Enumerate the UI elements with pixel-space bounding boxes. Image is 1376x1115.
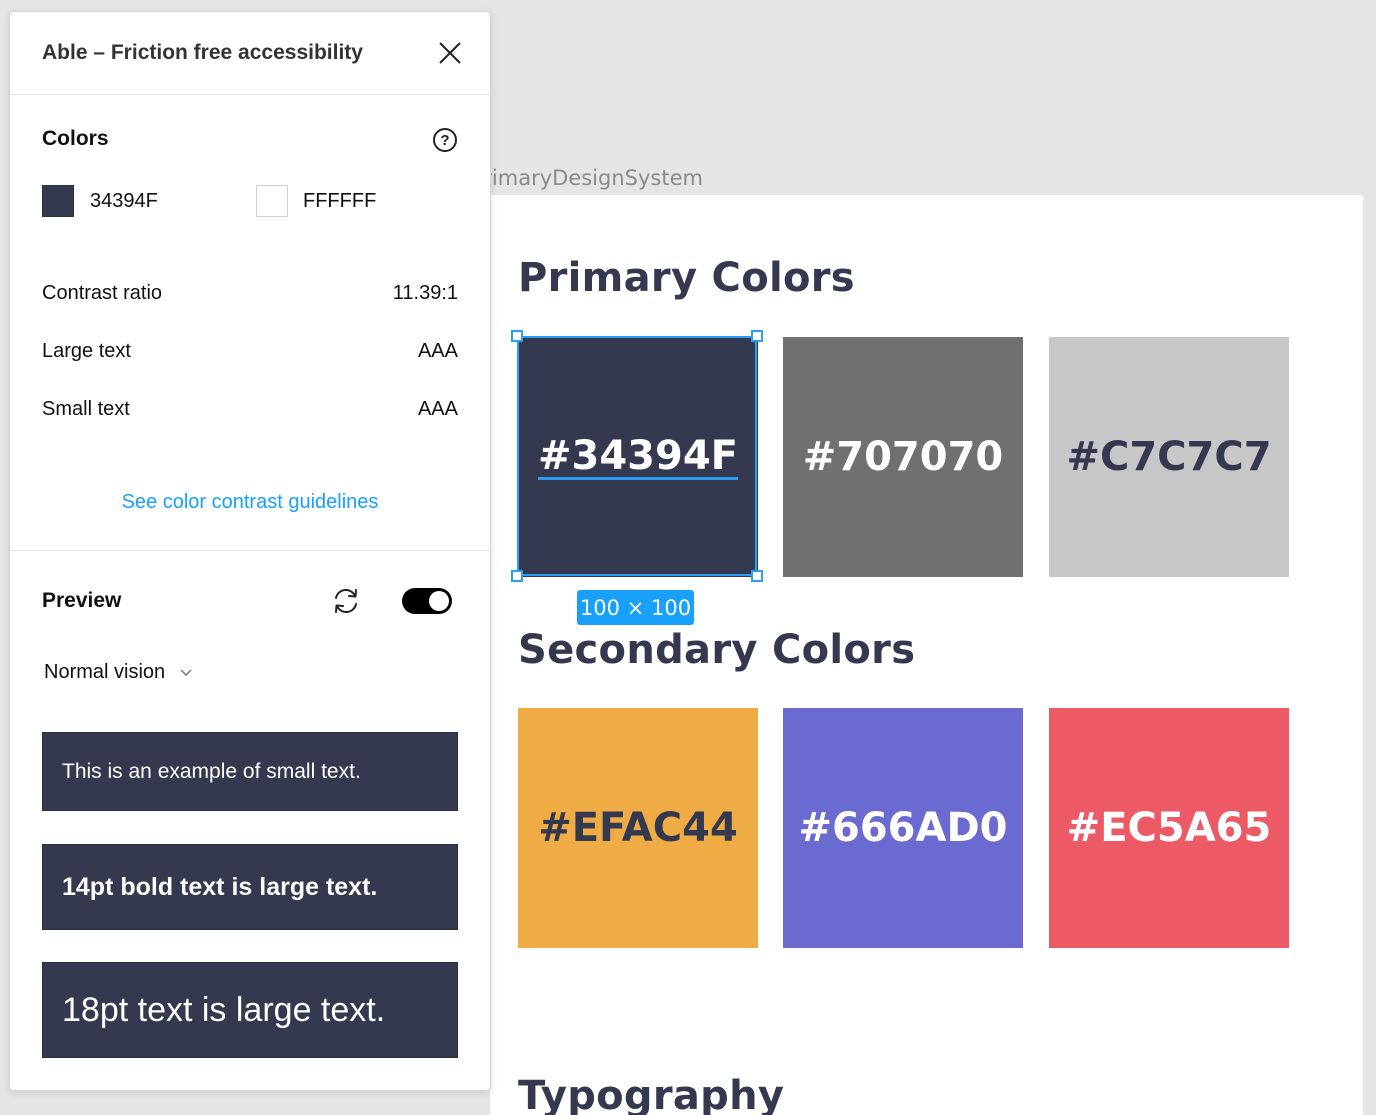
contrast-ratio-label: Contrast ratio — [42, 282, 163, 304]
panel-header: Able – Friction free accessibility — [10, 12, 490, 95]
resize-handle-bottom-left[interactable] — [511, 570, 523, 582]
toggle-knob — [429, 591, 449, 611]
resize-handle-top-right[interactable] — [751, 330, 763, 342]
large-text-label: Large text — [42, 340, 131, 362]
contrast-guidelines-link[interactable]: See color contrast guidelines — [10, 491, 490, 514]
color-swatch-707070[interactable]: #707070 — [783, 337, 1023, 577]
color-swatch-efac44[interactable]: #EFAC44 — [518, 708, 758, 948]
close-icon — [439, 42, 461, 64]
design-frame: Primary Colors #34394F #707070 #C7C7C7 1… — [490, 195, 1363, 1115]
color-swatch-666ad0[interactable]: #666AD0 — [783, 708, 1023, 948]
panel-title: Able – Friction free accessibility — [42, 41, 363, 64]
foreground-color-swatch[interactable] — [42, 185, 74, 217]
secondary-colors-title[interactable]: Secondary Colors — [518, 627, 915, 673]
selection-size-badge: 100 × 100 — [577, 590, 694, 625]
color-swatch-34394f[interactable]: #34394F — [518, 337, 758, 577]
contrast-ratio-value: 11.39:1 — [392, 282, 458, 304]
section-divider — [10, 550, 490, 551]
preview-bold-text: 14pt bold text is large text. — [42, 844, 458, 930]
chevron-down-icon — [180, 668, 192, 676]
foreground-color-input[interactable] — [90, 190, 210, 213]
swatch-label: #666AD0 — [798, 805, 1008, 851]
background-color-swatch[interactable] — [256, 185, 288, 217]
preview-large-text-label: 18pt text is large text. — [62, 990, 386, 1029]
swap-colors-button[interactable] — [330, 585, 362, 617]
swatch-label[interactable]: #34394F — [538, 435, 738, 480]
swatch-label: #EC5A65 — [1066, 805, 1272, 851]
swatch-label: #EFAC44 — [538, 805, 738, 851]
vision-mode-select[interactable]: Normal vision — [44, 661, 193, 684]
preview-small-text: This is an example of small text. — [42, 732, 458, 811]
vision-mode-value: Normal vision — [44, 661, 166, 683]
resize-handle-top-left[interactable] — [511, 330, 523, 342]
close-button[interactable] — [436, 39, 464, 67]
typography-title[interactable]: Typography — [518, 1073, 784, 1115]
small-text-label: Small text — [42, 398, 130, 420]
primary-colors-title[interactable]: Primary Colors — [518, 255, 855, 301]
frame-label[interactable]: PrimaryDesignSystem — [490, 166, 750, 190]
swatch-label: #C7C7C7 — [1066, 434, 1272, 480]
color-swatch-c7c7c7[interactable]: #C7C7C7 — [1049, 337, 1289, 577]
help-icon[interactable]: ? — [433, 128, 457, 152]
preview-large-text: 18pt text is large text. — [42, 962, 458, 1058]
preview-small-text-label: This is an example of small text. — [62, 759, 361, 783]
refresh-icon — [335, 588, 357, 614]
preview-toggle[interactable] — [402, 588, 452, 614]
preview-bold-text-label: 14pt bold text is large text. — [62, 872, 378, 901]
resize-handle-bottom-right[interactable] — [751, 570, 763, 582]
swatch-label: #707070 — [802, 434, 1004, 480]
background-color-input[interactable] — [303, 190, 423, 213]
color-swatch-ec5a65[interactable]: #EC5A65 — [1049, 708, 1289, 948]
preview-heading: Preview — [42, 589, 122, 612]
colors-heading: Colors — [42, 127, 109, 150]
large-text-rating: AAA — [417, 340, 458, 362]
able-plugin-panel: Able – Friction free accessibility Color… — [9, 11, 491, 1091]
small-text-rating: AAA — [417, 398, 458, 420]
